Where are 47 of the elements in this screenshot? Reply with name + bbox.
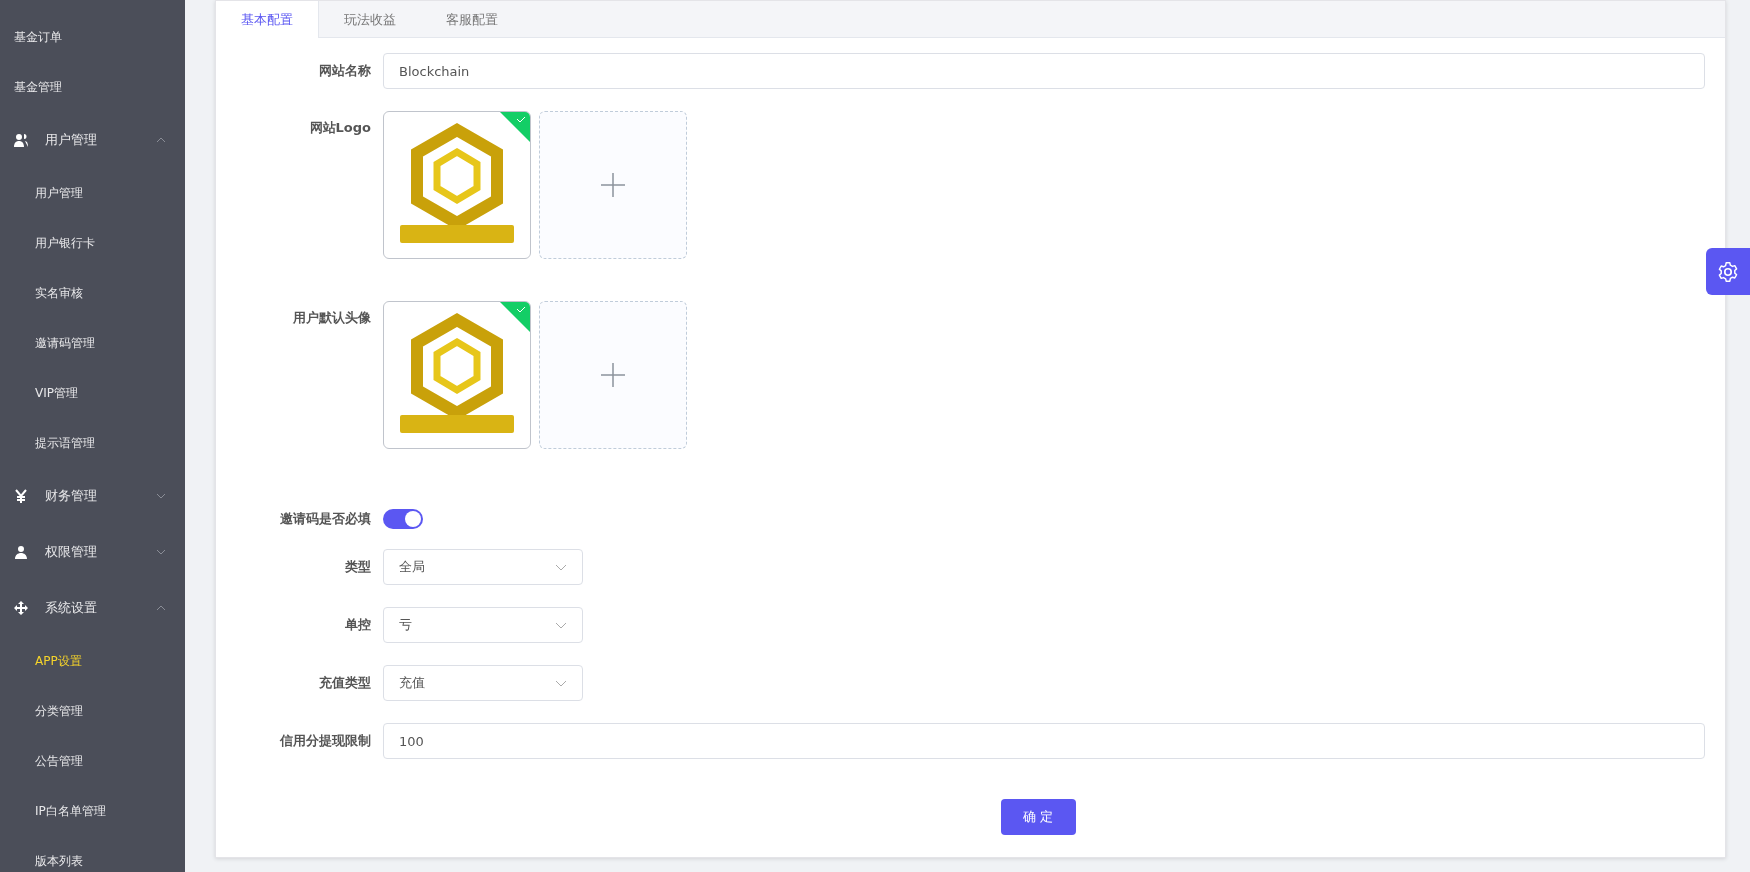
- yen-icon: [14, 489, 28, 503]
- users-icon: [14, 133, 28, 147]
- confirm-button[interactable]: 确 定: [1000, 799, 1076, 835]
- field-label: 单控: [344, 616, 372, 634]
- sidebar-item[interactable]: 实名审核: [0, 268, 185, 318]
- tab[interactable]: 基本配置: [216, 1, 319, 38]
- sidebar-item[interactable]: 基金订单: [0, 12, 185, 62]
- plus-icon: [601, 363, 625, 387]
- input-field[interactable]: 100: [383, 723, 1705, 759]
- sidebar-item[interactable]: 用户管理: [0, 168, 185, 218]
- sidebar-item[interactable]: IP白名单管理: [0, 786, 185, 836]
- input-field[interactable]: Blockchain: [383, 53, 1705, 89]
- sidebar-group-label: 财务管理: [45, 487, 97, 505]
- plus-icon: [601, 173, 625, 197]
- sidebar-group[interactable]: 用户管理: [0, 112, 185, 168]
- settings-button[interactable]: [1706, 248, 1750, 295]
- sidebar-item[interactable]: 用户银行卡: [0, 218, 185, 268]
- settings-icon: [1717, 260, 1739, 283]
- field-label: 信用分提现限制: [278, 732, 372, 750]
- tab[interactable]: 客服配置: [421, 1, 523, 38]
- sidebar-item[interactable]: 基金管理: [0, 62, 185, 112]
- sidebar-group-label: 系统设置: [45, 599, 97, 617]
- sidebar-item[interactable]: 分类管理: [0, 686, 185, 736]
- sidebar-item[interactable]: 提示语管理: [0, 418, 185, 468]
- select-field[interactable]: 亏: [383, 607, 583, 643]
- field-label: 充值类型: [318, 674, 372, 692]
- sidebar-item[interactable]: 版本列表: [0, 836, 185, 872]
- move-arrows-icon: [14, 601, 28, 615]
- sidebar-group[interactable]: 财务管理: [0, 468, 185, 524]
- select-field[interactable]: 充值: [383, 665, 583, 701]
- select-field[interactable]: 全局: [383, 549, 583, 585]
- user-icon: [14, 545, 28, 559]
- tab[interactable]: 玩法收益: [319, 1, 421, 38]
- sidebar-item[interactable]: APP设置: [0, 636, 185, 686]
- field-label: 邀请码是否必填: [279, 510, 372, 528]
- field-label: 网站Logo: [308, 119, 372, 137]
- field-label: 类型: [344, 558, 372, 576]
- sidebar-group[interactable]: 权限管理: [0, 524, 185, 580]
- sidebar-group-label: 用户管理: [45, 131, 97, 149]
- sidebar-item[interactable]: 公告管理: [0, 736, 185, 786]
- toggle-switch[interactable]: [383, 509, 423, 529]
- sidebar-group-label: 权限管理: [45, 543, 97, 561]
- sidebar-item[interactable]: VIP管理: [0, 368, 185, 418]
- field-label: 网站名称: [318, 62, 372, 80]
- field-label: 用户默认头像: [292, 309, 372, 327]
- sidebar-item[interactable]: 邀请码管理: [0, 318, 185, 368]
- sidebar-group[interactable]: 系统设置: [0, 580, 185, 636]
